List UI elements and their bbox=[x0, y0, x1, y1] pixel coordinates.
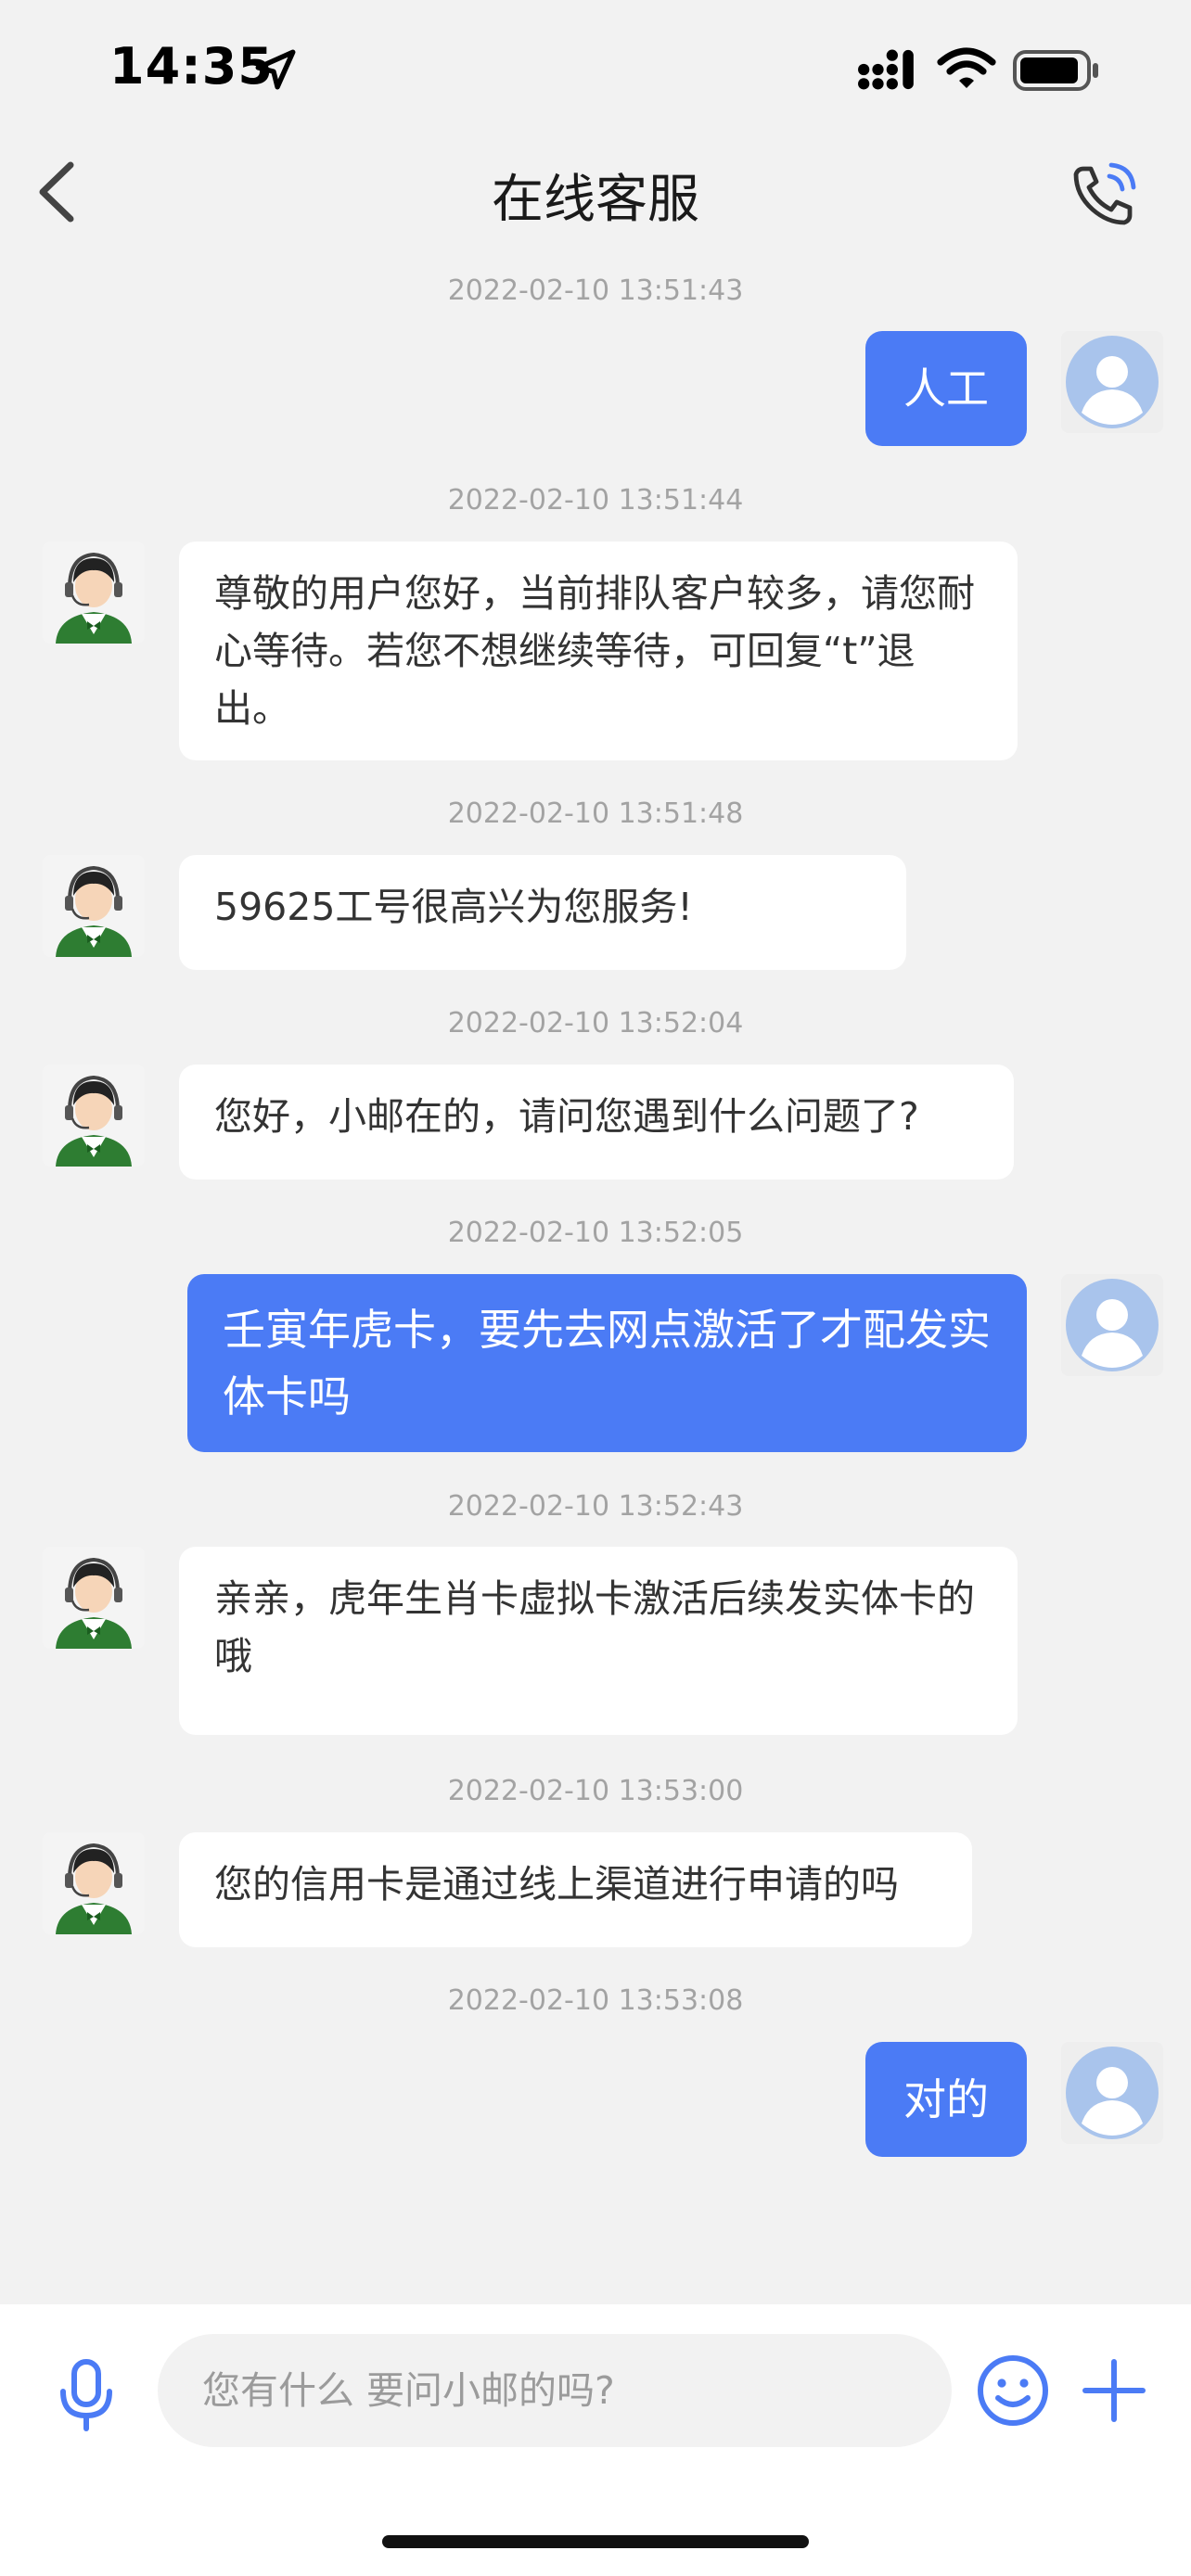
user-message-bubble: 人工 bbox=[865, 331, 1027, 446]
emoji-icon[interactable] bbox=[976, 2353, 1050, 2428]
wifi-icon bbox=[937, 47, 996, 88]
message-timestamp: 2022-02-10 13:52:04 bbox=[447, 1007, 744, 1039]
agent-avatar-icon bbox=[43, 1832, 145, 1934]
location-arrow-icon bbox=[255, 49, 296, 90]
status-bar: 14:35 bbox=[0, 0, 1191, 139]
signal-icon bbox=[858, 49, 914, 90]
message-input[interactable]: 您有什么 要问小邮的吗? bbox=[158, 2334, 952, 2447]
user-avatar-icon bbox=[1061, 2042, 1163, 2144]
agent-message-bubble: 亲亲，虎年生肖卡虚拟卡激活后续发实体卡的哦 bbox=[179, 1547, 1018, 1735]
microphone-icon[interactable] bbox=[54, 2358, 119, 2432]
agent-avatar-icon bbox=[43, 542, 145, 644]
user-avatar-icon bbox=[1061, 1274, 1163, 1376]
agent-message-bubble: 59625工号很高兴为您服务! bbox=[179, 855, 906, 970]
message-timestamp: 2022-02-10 13:53:08 bbox=[447, 1984, 744, 2017]
plus-icon[interactable] bbox=[1082, 2358, 1146, 2423]
user-message-bubble: 对的 bbox=[865, 2042, 1027, 2157]
agent-message-bubble: 您的信用卡是通过线上渠道进行申请的吗 bbox=[179, 1832, 972, 1947]
agent-message-bubble: 您好，小邮在的，请问您遇到什么问题了? bbox=[179, 1065, 1014, 1180]
message-timestamp: 2022-02-10 13:52:05 bbox=[447, 1217, 744, 1249]
status-time: 14:35 bbox=[109, 37, 274, 96]
user-message-bubble: 壬寅年虎卡，要先去网点激活了才配发实体卡吗 bbox=[187, 1274, 1027, 1452]
page-title: 在线客服 bbox=[492, 170, 699, 230]
nav-bar: 在线客服 bbox=[0, 139, 1191, 241]
home-indicator bbox=[382, 2535, 809, 2548]
message-timestamp: 2022-02-10 13:51:44 bbox=[447, 484, 744, 516]
battery-icon bbox=[1013, 50, 1098, 91]
message-timestamp: 2022-02-10 13:51:48 bbox=[447, 797, 744, 830]
agent-message-bubble: 尊敬的用户您好，当前排队客户较多，请您耐心等待。若您不想继续等待，可回复“t”退… bbox=[179, 542, 1018, 760]
message-timestamp: 2022-02-10 13:51:43 bbox=[447, 274, 744, 307]
phone-call-icon[interactable] bbox=[1067, 158, 1141, 232]
agent-avatar-icon bbox=[43, 1065, 145, 1167]
user-avatar-icon bbox=[1061, 331, 1163, 433]
agent-avatar-icon bbox=[43, 855, 145, 957]
message-timestamp: 2022-02-10 13:53:00 bbox=[447, 1775, 744, 1807]
agent-avatar-icon bbox=[43, 1547, 145, 1649]
message-timestamp: 2022-02-10 13:52:43 bbox=[447, 1490, 744, 1523]
